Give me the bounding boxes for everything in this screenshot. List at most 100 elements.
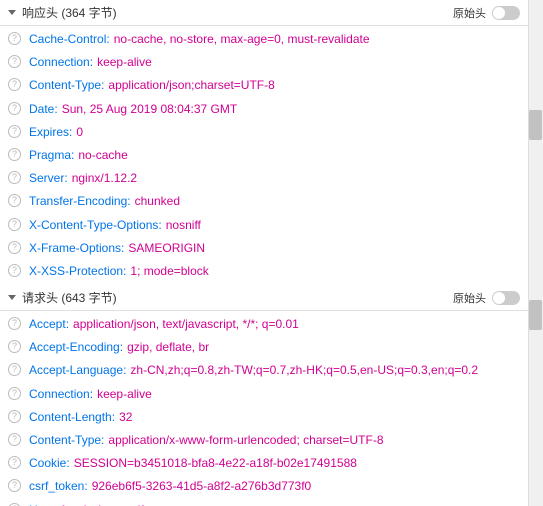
header-name[interactable]: Connection (29, 387, 90, 401)
header-name[interactable]: Pragma (29, 148, 71, 162)
help-icon[interactable]: ? (8, 218, 21, 231)
help-icon[interactable]: ? (8, 503, 21, 506)
header-name[interactable]: Transfer-Encoding (29, 194, 127, 208)
colon: : (123, 363, 126, 377)
help-icon[interactable]: ? (8, 387, 21, 400)
help-icon[interactable]: ? (8, 125, 21, 138)
header-value: SESSION=b3451018-bfa8-4e22-a18f-b02e1749… (74, 456, 357, 470)
chevron-down-icon (8, 10, 16, 15)
help-icon[interactable]: ? (8, 102, 21, 115)
header-text: Accept-Encoding: gzip, deflate, br (29, 338, 209, 357)
help-icon[interactable]: ? (8, 479, 21, 492)
header-value: application/x-www-form-urlencoded; chars… (108, 433, 383, 447)
header-text: Accept: application/json, text/javascript… (29, 315, 299, 334)
header-name[interactable]: X-Content-Type-Options (29, 218, 158, 232)
header-name[interactable]: Content-Type (29, 78, 101, 92)
header-name[interactable]: Accept (29, 317, 66, 331)
help-icon[interactable]: ? (8, 456, 21, 469)
header-row: ? Content-Type:application/x-www-form-url… (0, 429, 528, 452)
help-icon[interactable]: ? (8, 194, 21, 207)
request-headers-section[interactable]: 请求头 (643 字节) 原始头 (0, 285, 528, 311)
response-headers-section[interactable]: 响应头 (364 字节) 原始头 (0, 0, 528, 26)
colon: : (101, 78, 104, 92)
header-text: Content-Type:application/x-www-form-urle… (29, 431, 384, 450)
help-icon[interactable]: ? (8, 410, 21, 423)
header-value: fms.lvchengcaifu.com (61, 503, 176, 506)
response-headers-list: ?Cache-Control:no-cache, no-store, max-a… (0, 26, 528, 285)
header-text: Transfer-Encoding:chunked (29, 192, 180, 211)
help-icon[interactable]: ? (8, 241, 21, 254)
header-text: X-XSS-Protection:1; mode=block (29, 262, 209, 281)
header-value: 1; mode=block (130, 264, 208, 278)
header-name[interactable]: Content-Length (29, 410, 112, 424)
header-text: csrf_token:926eb6f5-3263-41d5-a8f2-a276b… (29, 477, 311, 496)
header-name[interactable]: csrf_token (29, 479, 84, 493)
header-row: ? Accept-Encoding: gzip, deflate, br (0, 336, 528, 359)
colon: : (121, 241, 124, 255)
help-icon[interactable]: ? (8, 264, 21, 277)
header-value: SAMEORIGIN (128, 241, 205, 255)
header-value: nosniff (166, 218, 201, 232)
header-value: 0 (76, 125, 83, 139)
colon: : (66, 456, 69, 470)
header-text: Expires:0 (29, 123, 83, 142)
request-headers-list: ? Accept: application/json, text/javascrip… (0, 311, 528, 506)
header-name[interactable]: Host (29, 503, 54, 506)
header-row: ?Pragma:no-cache (0, 144, 528, 167)
raw-headers-label: 原始头 (453, 5, 486, 21)
help-icon[interactable]: ? (8, 78, 21, 91)
colon: : (120, 340, 123, 354)
help-icon[interactable]: ? (8, 340, 21, 353)
help-icon[interactable]: ? (8, 55, 21, 68)
header-name[interactable]: X-XSS-Protection (29, 264, 123, 278)
help-icon[interactable]: ? (8, 317, 21, 330)
raw-toggle-request[interactable] (492, 291, 520, 305)
header-text: Accept-Language:zh-CN,zh;q=0.8,zh-TW;q=0… (29, 361, 478, 380)
headers-panel: 响应头 (364 字节) 原始头 ? Cache-Control: no-cache… (0, 0, 528, 506)
scrollbar-track[interactable] (528, 0, 543, 506)
header-row: ? Server:nginx/1.12.2 (0, 167, 528, 190)
header-row: ? Connection:keep-alive (0, 383, 528, 406)
header-text: X-Frame-Options: SAMEORIGIN (29, 239, 205, 258)
colon: : (158, 218, 161, 232)
header-value: no-cache (78, 148, 127, 162)
raw-toggle-response[interactable] (492, 6, 520, 20)
header-value: gzip, deflate, br (127, 340, 209, 354)
header-text: Content-Length:32 (29, 408, 132, 427)
header-value: 926eb6f5-3263-41d5-a8f2-a276b3d773f0 (92, 479, 312, 493)
header-row: ? X-Content-Type-Options: nosniff (0, 214, 528, 237)
help-icon[interactable]: ? (8, 148, 21, 161)
scrollbar-thumb[interactable] (529, 110, 542, 140)
colon: : (84, 479, 87, 493)
header-value: application/json, text/javascript, */*; … (73, 317, 299, 331)
request-section-title: 请求头 (643 字节) (22, 289, 117, 306)
header-name[interactable]: Expires (29, 125, 69, 139)
scrollbar-thumb[interactable] (529, 300, 542, 330)
colon: : (66, 317, 69, 331)
help-icon[interactable]: ? (8, 171, 21, 184)
help-icon[interactable]: ? (8, 363, 21, 376)
header-name[interactable]: Connection (29, 55, 90, 69)
header-text: X-Content-Type-Options: nosniff (29, 216, 201, 235)
header-value: nginx/1.12.2 (72, 171, 137, 185)
help-icon[interactable]: ? (8, 32, 21, 45)
header-name[interactable]: Cache-Control (29, 32, 106, 46)
header-row: ? Connection:keep-alive (0, 51, 528, 74)
colon: : (69, 125, 72, 139)
header-value: Sun, 25 Aug 2019 08:04:37 GMT (62, 102, 237, 116)
header-text: Host:fms.lvchengcaifu.com (29, 501, 176, 506)
header-name[interactable]: Accept-Encoding (29, 340, 120, 354)
help-icon[interactable]: ? (8, 433, 21, 446)
header-value: keep-alive (97, 387, 152, 401)
header-name[interactable]: Date (29, 102, 54, 116)
header-name[interactable]: Content-Type (29, 433, 101, 447)
header-text: Server:nginx/1.12.2 (29, 169, 137, 188)
header-name[interactable]: Server (29, 171, 64, 185)
header-name[interactable]: X-Frame-Options (29, 241, 121, 255)
header-text: Connection:keep-alive (29, 53, 152, 72)
colon: : (112, 410, 115, 424)
header-name[interactable]: Cookie (29, 456, 66, 470)
header-name[interactable]: Accept-Language (29, 363, 123, 377)
header-text: Connection:keep-alive (29, 385, 152, 404)
header-row: ? csrf_token:926eb6f5-3263-41d5-a8f2-a276… (0, 475, 528, 498)
